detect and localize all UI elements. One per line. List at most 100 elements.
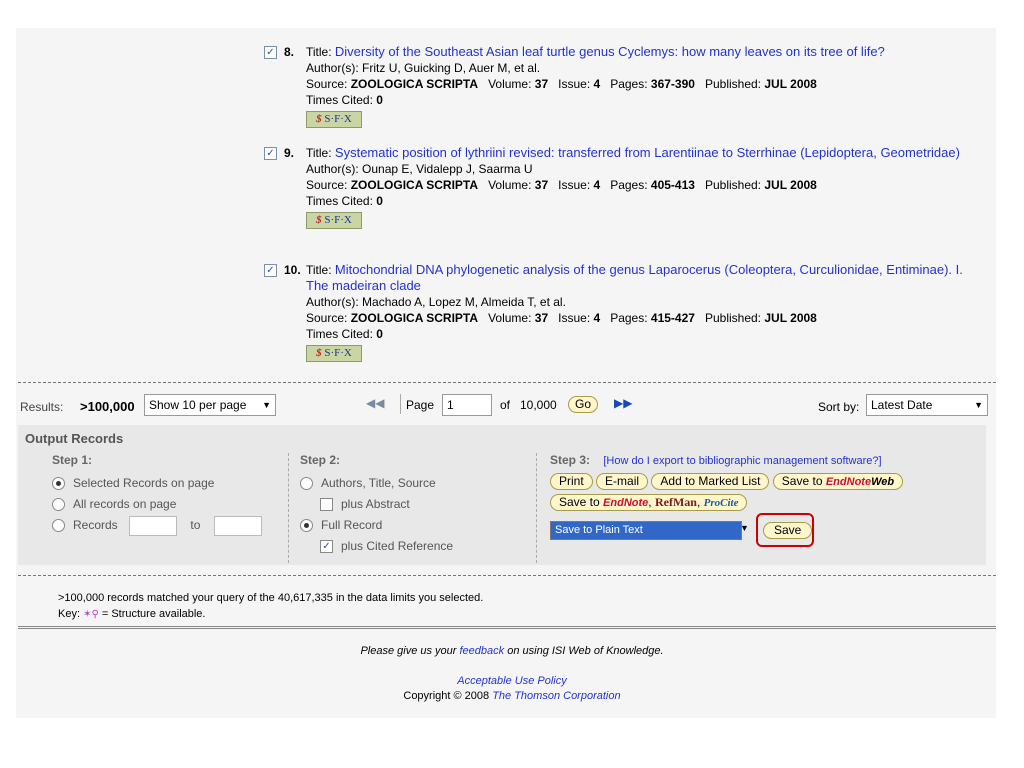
add-to-marked-list-button[interactable]: Add to Marked List [651, 473, 770, 490]
radio-button[interactable] [52, 477, 65, 491]
sfx-link-button[interactable]: $ S·F·X [306, 345, 362, 362]
published-label: Published: [704, 311, 762, 325]
output-records-heading: Output Records [25, 431, 124, 446]
record-checkbox[interactable]: ✓ [264, 46, 277, 59]
export-format-select[interactable]: Save to Plain Text [550, 521, 742, 540]
radio-button[interactable] [52, 519, 65, 533]
selected-records-option[interactable]: Selected Records on page [52, 473, 282, 494]
thomson-link[interactable]: The Thomson Corporation [492, 690, 620, 702]
sort-select[interactable]: Latest Date ▼ [866, 394, 988, 416]
all-records-option[interactable]: All records on page [52, 494, 282, 515]
pages-label: Pages: [610, 311, 648, 325]
policy-line: Acceptable Use Policy [0, 675, 1024, 687]
title-label: Title: [306, 263, 332, 277]
full-record-label: Full Record [321, 518, 383, 532]
save-to-endnote-web-button[interactable]: Save to EndNoteWeb [772, 473, 904, 490]
issue-label: Issue: [558, 178, 591, 192]
record-authors: Fritz U, Guicking D, Auer M, et al. [362, 61, 541, 75]
full-record-option[interactable]: Full Record [300, 515, 530, 536]
structure-key: Key: ✶⚲ = Structure available. [58, 608, 205, 620]
step3-heading: Step 3: [550, 453, 591, 467]
endnote-logo: EndNote [603, 497, 649, 509]
page-label: Page [406, 398, 435, 412]
records-from-input[interactable] [129, 515, 178, 536]
source-label: Source: [306, 311, 348, 325]
per-page-select[interactable]: Show 10 per page ▼ [144, 394, 276, 416]
web-label: Web [871, 476, 895, 488]
next-last-page-icon[interactable]: ▶▶ [614, 396, 632, 410]
record-published: JUL 2008 [764, 311, 817, 325]
save-button[interactable]: Save [763, 522, 813, 539]
feedback-pre: Please give us your [360, 645, 457, 657]
authors-label: Author(s): [306, 162, 359, 176]
feedback-post: on using ISI Web of Knowledge. [507, 645, 664, 657]
chevron-down-icon: ▼ [974, 400, 983, 410]
sort-value: Latest Date [871, 398, 933, 412]
save-to-label: Save to [781, 474, 823, 488]
times-cited-label: Times Cited: [306, 93, 373, 107]
save-to-endnote-refman-procite-button[interactable]: Save to EndNote, RefMan, ProCite [550, 494, 748, 511]
feedback-link[interactable]: feedback [460, 645, 505, 657]
plus-cited-reference-option[interactable]: ✓ plus Cited Reference [300, 536, 530, 557]
record-number: 9. [284, 146, 295, 160]
pages-label: Pages: [610, 77, 648, 91]
records-to-input[interactable] [213, 515, 262, 536]
record-issue: 4 [593, 178, 601, 192]
record-source: ZOOLOGICA SCRIPTA [350, 178, 479, 192]
authors-title-source-label: Authors, Title, Source [321, 476, 436, 490]
structure-icon: ✶⚲ [83, 609, 99, 620]
source-label: Source: [306, 178, 348, 192]
record-authors: Machado A, Lopez M, Almeida T, et al. [362, 295, 566, 309]
radio-button[interactable] [300, 477, 313, 491]
divider [536, 453, 537, 563]
checkbox[interactable]: ✓ [320, 540, 333, 554]
plus-abstract-option[interactable]: plus Abstract [300, 494, 530, 515]
results-label: Results: [20, 400, 64, 414]
results-bar: Results: >100,000 Show 10 per page ▼ ◀◀ P… [18, 392, 994, 422]
refman-logo: RefMan [654, 495, 697, 509]
record-item: ✓ 10. Title: Mitochondrial DNA phylogene… [264, 262, 964, 362]
first-prev-page-icon[interactable]: ◀◀ [366, 396, 384, 410]
record-pages: 367-390 [650, 77, 695, 91]
key-text: = Structure available. [101, 608, 206, 620]
endnote-logo: EndNote [825, 476, 872, 488]
authors-label: Author(s): [306, 61, 359, 75]
email-button[interactable]: E-mail [596, 473, 649, 490]
record-published: JUL 2008 [764, 77, 817, 91]
sort-label: Sort by: [818, 400, 860, 414]
authors-title-source-option[interactable]: Authors, Title, Source [300, 473, 530, 494]
print-button[interactable]: Print [550, 473, 593, 490]
sfx-link-button[interactable]: $ S·F·X [306, 111, 362, 128]
plus-abstract-label: plus Abstract [341, 497, 410, 511]
radio-button[interactable] [300, 519, 313, 533]
page-input[interactable]: 1 [442, 394, 492, 416]
chevron-down-icon[interactable]: ▼ [740, 523, 749, 533]
record-title-link[interactable]: Diversity of the Southeast Asian leaf tu… [335, 44, 885, 59]
matched-records-text: >100,000 records matched your query of t… [58, 592, 484, 604]
export-format-value: Save to Plain Text [555, 524, 643, 536]
record-authors: Ounap E, Vidalepp J, Saarma U [362, 162, 533, 176]
divider [288, 453, 289, 563]
checkbox[interactable] [320, 498, 333, 512]
acceptable-use-policy-link[interactable]: Acceptable Use Policy [457, 675, 566, 687]
sfx-link-button[interactable]: $ S·F·X [306, 212, 362, 229]
record-title-link[interactable]: Mitochondrial DNA phylogenetic analysis … [306, 262, 963, 293]
record-times-cited: 0 [376, 194, 383, 208]
record-checkbox[interactable]: ✓ [264, 264, 277, 277]
divider [18, 626, 996, 629]
per-page-value: Show 10 per page [149, 398, 247, 412]
to-label: to [190, 518, 201, 532]
record-times-cited: 0 [376, 93, 383, 107]
record-volume: 37 [534, 311, 549, 325]
record-checkbox[interactable]: ✓ [264, 147, 277, 160]
record-source: ZOOLOGICA SCRIPTA [350, 311, 479, 325]
record-title-link[interactable]: Systematic position of lythriini revised… [335, 145, 960, 160]
go-button[interactable]: Go [568, 396, 599, 413]
authors-label: Author(s): [306, 295, 359, 309]
sfx-label: S·F·X [324, 214, 352, 226]
radio-button[interactable] [52, 498, 65, 512]
export-help-link[interactable]: [How do I export to bibliographic manage… [603, 455, 881, 467]
published-label: Published: [704, 77, 762, 91]
records-range-option[interactable]: Records to [52, 515, 282, 536]
times-cited-label: Times Cited: [306, 327, 373, 341]
